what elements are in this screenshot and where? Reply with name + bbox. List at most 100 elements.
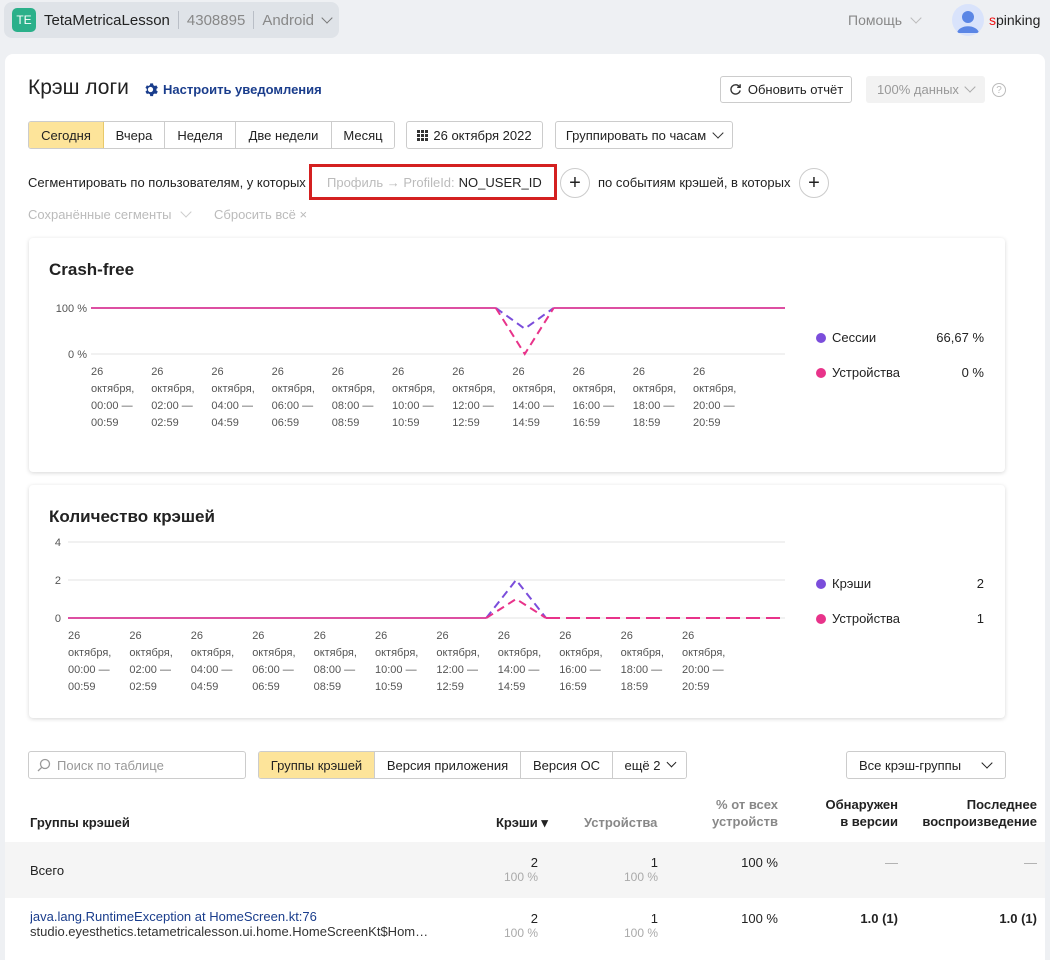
legend-item-sessions[interactable]: Сессии 66,67 % <box>816 330 984 345</box>
x-tick-label-line: 04:00 — <box>191 664 233 676</box>
x-tick-label: 26 октября, 18:00 — 18:59 <box>621 630 664 693</box>
x-tick-label: 26 октября, 10:00 — 10:59 <box>392 366 435 429</box>
chevron-down-icon <box>666 757 676 768</box>
row-devices: 1 100 % <box>600 911 658 941</box>
legend-item-crashes[interactable]: Крэши 2 <box>816 576 984 591</box>
period-week[interactable]: Неделя <box>165 122 236 148</box>
cell-percent: 100 % <box>503 926 538 940</box>
header-line: в версии <box>840 814 898 829</box>
crash-group-link[interactable]: java.lang.RuntimeException at HomeScreen… <box>30 909 317 924</box>
x-tick-label-line: 10:00 — <box>375 664 417 676</box>
x-tick-label-line: 12:00 — <box>436 664 478 676</box>
x-tick-label: 26 октября, 08:00 — 08:59 <box>314 630 357 693</box>
legend-label: Устройства <box>832 611 901 626</box>
crash-count-chart: 0 2 4 26 октября, 00:00 — 00:59 26 октября, 02:00… <box>55 537 785 693</box>
row-percent: 100 % <box>741 911 778 926</box>
legend-item-devices[interactable]: Устройства 0 % <box>816 365 984 380</box>
column-header-percent[interactable]: % от всех устройств <box>690 796 778 830</box>
x-tick-label-line: октября, <box>573 383 616 395</box>
legend-dot <box>816 332 826 343</box>
reset-all-button[interactable]: Сбросить всё × <box>214 207 307 222</box>
cell-value: 2 <box>530 911 538 926</box>
x-tick-label-line: 14:59 <box>498 681 526 693</box>
header-line: воспроизведение <box>922 814 1037 829</box>
help-icon[interactable]: ? <box>992 83 1006 97</box>
tab-more[interactable]: ещё 2 <box>613 752 686 778</box>
grouping-select[interactable]: Группировать по часам <box>555 121 733 149</box>
legend-item-devices[interactable]: Устройства 1 <box>816 611 984 626</box>
period-selector: Сегодня Вчера Неделя Две недели Месяц <box>28 121 395 149</box>
legend-value: 2 <box>976 576 984 591</box>
x-tick-label-line: 26 <box>68 630 80 642</box>
notify-settings-link[interactable]: Настроить уведомления <box>143 82 322 97</box>
tab-os-version[interactable]: Версия ОС <box>521 752 613 778</box>
header-line: Обнаружен <box>825 797 898 812</box>
legend-dot <box>816 367 826 378</box>
sample-label: 100% данных <box>877 82 959 97</box>
app-selector[interactable]: TE TetaMetricaLesson 4308895 Android <box>4 2 339 38</box>
x-tick-label-line: 14:00 — <box>498 664 540 676</box>
saved-segments-select[interactable]: Сохранённые сегменты <box>28 206 192 222</box>
legend-value: 1 <box>976 611 984 626</box>
column-header-last-seen[interactable]: Последнее воспроизведение <box>906 796 1037 830</box>
x-tick-label-line: 26 <box>272 366 284 378</box>
x-tick-label-line: 26 <box>392 366 404 378</box>
header-line: Последнее <box>966 797 1037 812</box>
column-header-crashes[interactable]: Крэши ▾ <box>496 814 548 831</box>
x-tick-label-line: 10:59 <box>392 417 420 429</box>
x-tick-label-line: октября, <box>693 383 736 395</box>
table-search-input[interactable]: Поиск по таблице <box>28 751 246 779</box>
x-tick-label-line: 26 <box>693 366 705 378</box>
add-event-condition-button[interactable]: + <box>799 168 829 198</box>
tab-app-version[interactable]: Версия приложения <box>375 752 521 778</box>
y-tick-label: 4 <box>55 537 61 549</box>
x-tick-label: 26 октября, 20:00 — 20:59 <box>682 630 725 693</box>
period-today[interactable]: Сегодня <box>29 122 104 148</box>
x-tick-label-line: 04:59 <box>191 681 219 693</box>
x-tick-label-line: октября, <box>191 647 234 659</box>
segment-condition-value: NO_USER_ID <box>458 174 542 190</box>
user-name-first-letter: s <box>989 12 996 28</box>
x-tick-label-line: 12:00 — <box>452 400 494 412</box>
x-tick-label-line: 18:00 — <box>633 400 675 412</box>
data-sample-select[interactable]: 100% данных <box>866 76 985 103</box>
tab-crash-groups[interactable]: Группы крэшей <box>259 752 375 778</box>
period-yesterday[interactable]: Вчера <box>104 122 165 148</box>
period-two-weeks[interactable]: Две недели <box>236 122 332 148</box>
date-label: 26 октября 2022 <box>433 127 532 143</box>
x-tick-label-line: 16:59 <box>559 681 587 693</box>
help-menu[interactable]: Помощь <box>848 11 922 28</box>
user-menu[interactable]: spinking <box>952 4 1040 36</box>
table-row[interactable]: java.lang.RuntimeException at HomeScreen… <box>30 909 440 939</box>
column-header-devices[interactable]: Устройства <box>584 814 657 831</box>
header-line: % от всех <box>716 797 778 812</box>
total-label: Всего <box>30 863 65 878</box>
x-tick-label-line: 26 <box>452 366 464 378</box>
x-tick-label-line: 08:59 <box>332 417 360 429</box>
notify-label: Настроить уведомления <box>163 82 322 97</box>
x-tick-label-line: 26 <box>129 630 141 642</box>
refresh-report-button[interactable]: Обновить отчёт <box>720 76 852 103</box>
x-tick-label-line: 18:59 <box>633 417 661 429</box>
legend-label: Сессии <box>832 330 877 345</box>
segment-condition-chip[interactable]: Профиль → ProfileId: NO_USER_ID <box>309 164 557 200</box>
date-picker-button[interactable]: 26 октября 2022 <box>406 121 543 149</box>
period-month[interactable]: Месяц <box>332 122 394 148</box>
x-tick-label-line: 26 <box>314 630 326 642</box>
cell-percent: 100 % <box>623 870 658 884</box>
crash-group-filter-select[interactable]: Все крэш-группы <box>846 751 1006 779</box>
add-user-condition-button[interactable]: + <box>560 168 590 198</box>
x-tick-label: 26 октября, 18:00 — 18:59 <box>633 366 676 429</box>
x-tick-label-line: 00:59 <box>68 681 96 693</box>
cell-value: 1 <box>650 911 658 926</box>
page-title: Крэш логи <box>28 76 129 99</box>
column-header-found-version[interactable]: Обнаружен в версии <box>798 796 898 830</box>
x-tick-label-line: 26 <box>252 630 264 642</box>
x-tick-label-line: 02:59 <box>151 417 179 429</box>
x-tick-label: 26 октября, 20:00 — 20:59 <box>693 366 736 429</box>
x-tick-label: 26 октября, 08:00 — 08:59 <box>332 366 375 429</box>
column-header-group[interactable]: Группы крэшей <box>30 814 130 831</box>
refresh-label: Обновить отчёт <box>747 82 844 97</box>
x-tick-label-line: 06:00 — <box>252 664 294 676</box>
x-tick-label-line: 20:59 <box>693 417 721 429</box>
